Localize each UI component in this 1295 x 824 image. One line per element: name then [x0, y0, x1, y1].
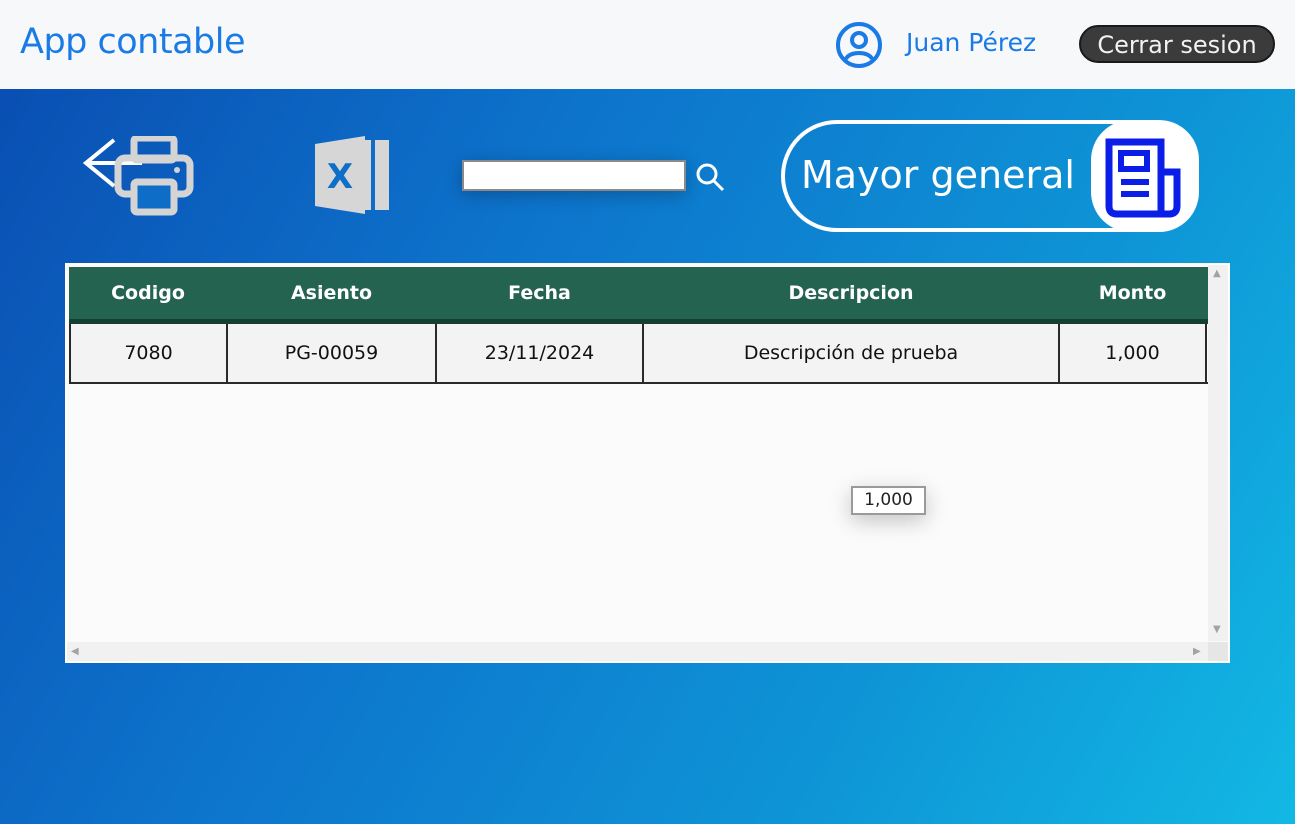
scroll-right-icon[interactable]: ▶ — [1193, 647, 1201, 657]
col-fecha[interactable]: Fecha — [436, 267, 643, 319]
table-row[interactable]: 7080 PG-00059 23/11/2024 Descripción de … — [69, 324, 1208, 384]
user-name[interactable]: Juan Pérez — [906, 28, 1036, 57]
svg-text:X: X — [327, 157, 353, 197]
search-input[interactable] — [462, 160, 686, 191]
tooltip: 1,000 — [851, 486, 926, 515]
newspaper-icon — [1091, 120, 1199, 232]
table-header: Codigo Asiento Fecha Descripcion Monto — [69, 267, 1208, 324]
scroll-left-icon[interactable]: ◀ — [71, 647, 79, 657]
printer-icon — [114, 134, 194, 216]
col-descripcion[interactable]: Descripcion — [643, 267, 1059, 319]
excel-icon: X — [315, 136, 389, 214]
ledger-table: Codigo Asiento Fecha Descripcion Monto 7… — [65, 263, 1230, 663]
general-ledger-button[interactable]: Mayor general — [781, 120, 1199, 232]
cell-descripcion: Descripción de prueba — [644, 324, 1060, 382]
app-title: App contable — [20, 22, 246, 62]
ledger-label: Mayor general — [801, 153, 1075, 197]
scroll-up-icon[interactable]: ▲ — [1213, 269, 1221, 279]
horizontal-scrollbar[interactable]: ◀ ▶ — [67, 642, 1208, 661]
col-codigo[interactable]: Codigo — [69, 267, 227, 319]
search-icon[interactable] — [694, 161, 726, 193]
col-asiento[interactable]: Asiento — [227, 267, 436, 319]
back-print-button[interactable] — [82, 134, 194, 216]
excel-export-button[interactable]: X — [313, 134, 393, 216]
vertical-scrollbar[interactable]: ▲ ▼ — [1208, 265, 1228, 641]
cell-fecha: 23/11/2024 — [437, 324, 644, 382]
cell-codigo: 7080 — [71, 324, 228, 382]
top-bar: App contable Juan Pérez Cerrar sesion — [0, 0, 1295, 89]
user-circle-icon[interactable] — [835, 21, 883, 69]
scroll-corner — [1208, 642, 1228, 661]
scroll-down-icon[interactable]: ▼ — [1213, 625, 1221, 635]
cell-asiento: PG-00059 — [228, 324, 437, 382]
col-monto[interactable]: Monto — [1059, 267, 1206, 319]
cell-monto: 1,000 — [1060, 324, 1207, 382]
logout-button[interactable]: Cerrar sesion — [1079, 25, 1275, 63]
